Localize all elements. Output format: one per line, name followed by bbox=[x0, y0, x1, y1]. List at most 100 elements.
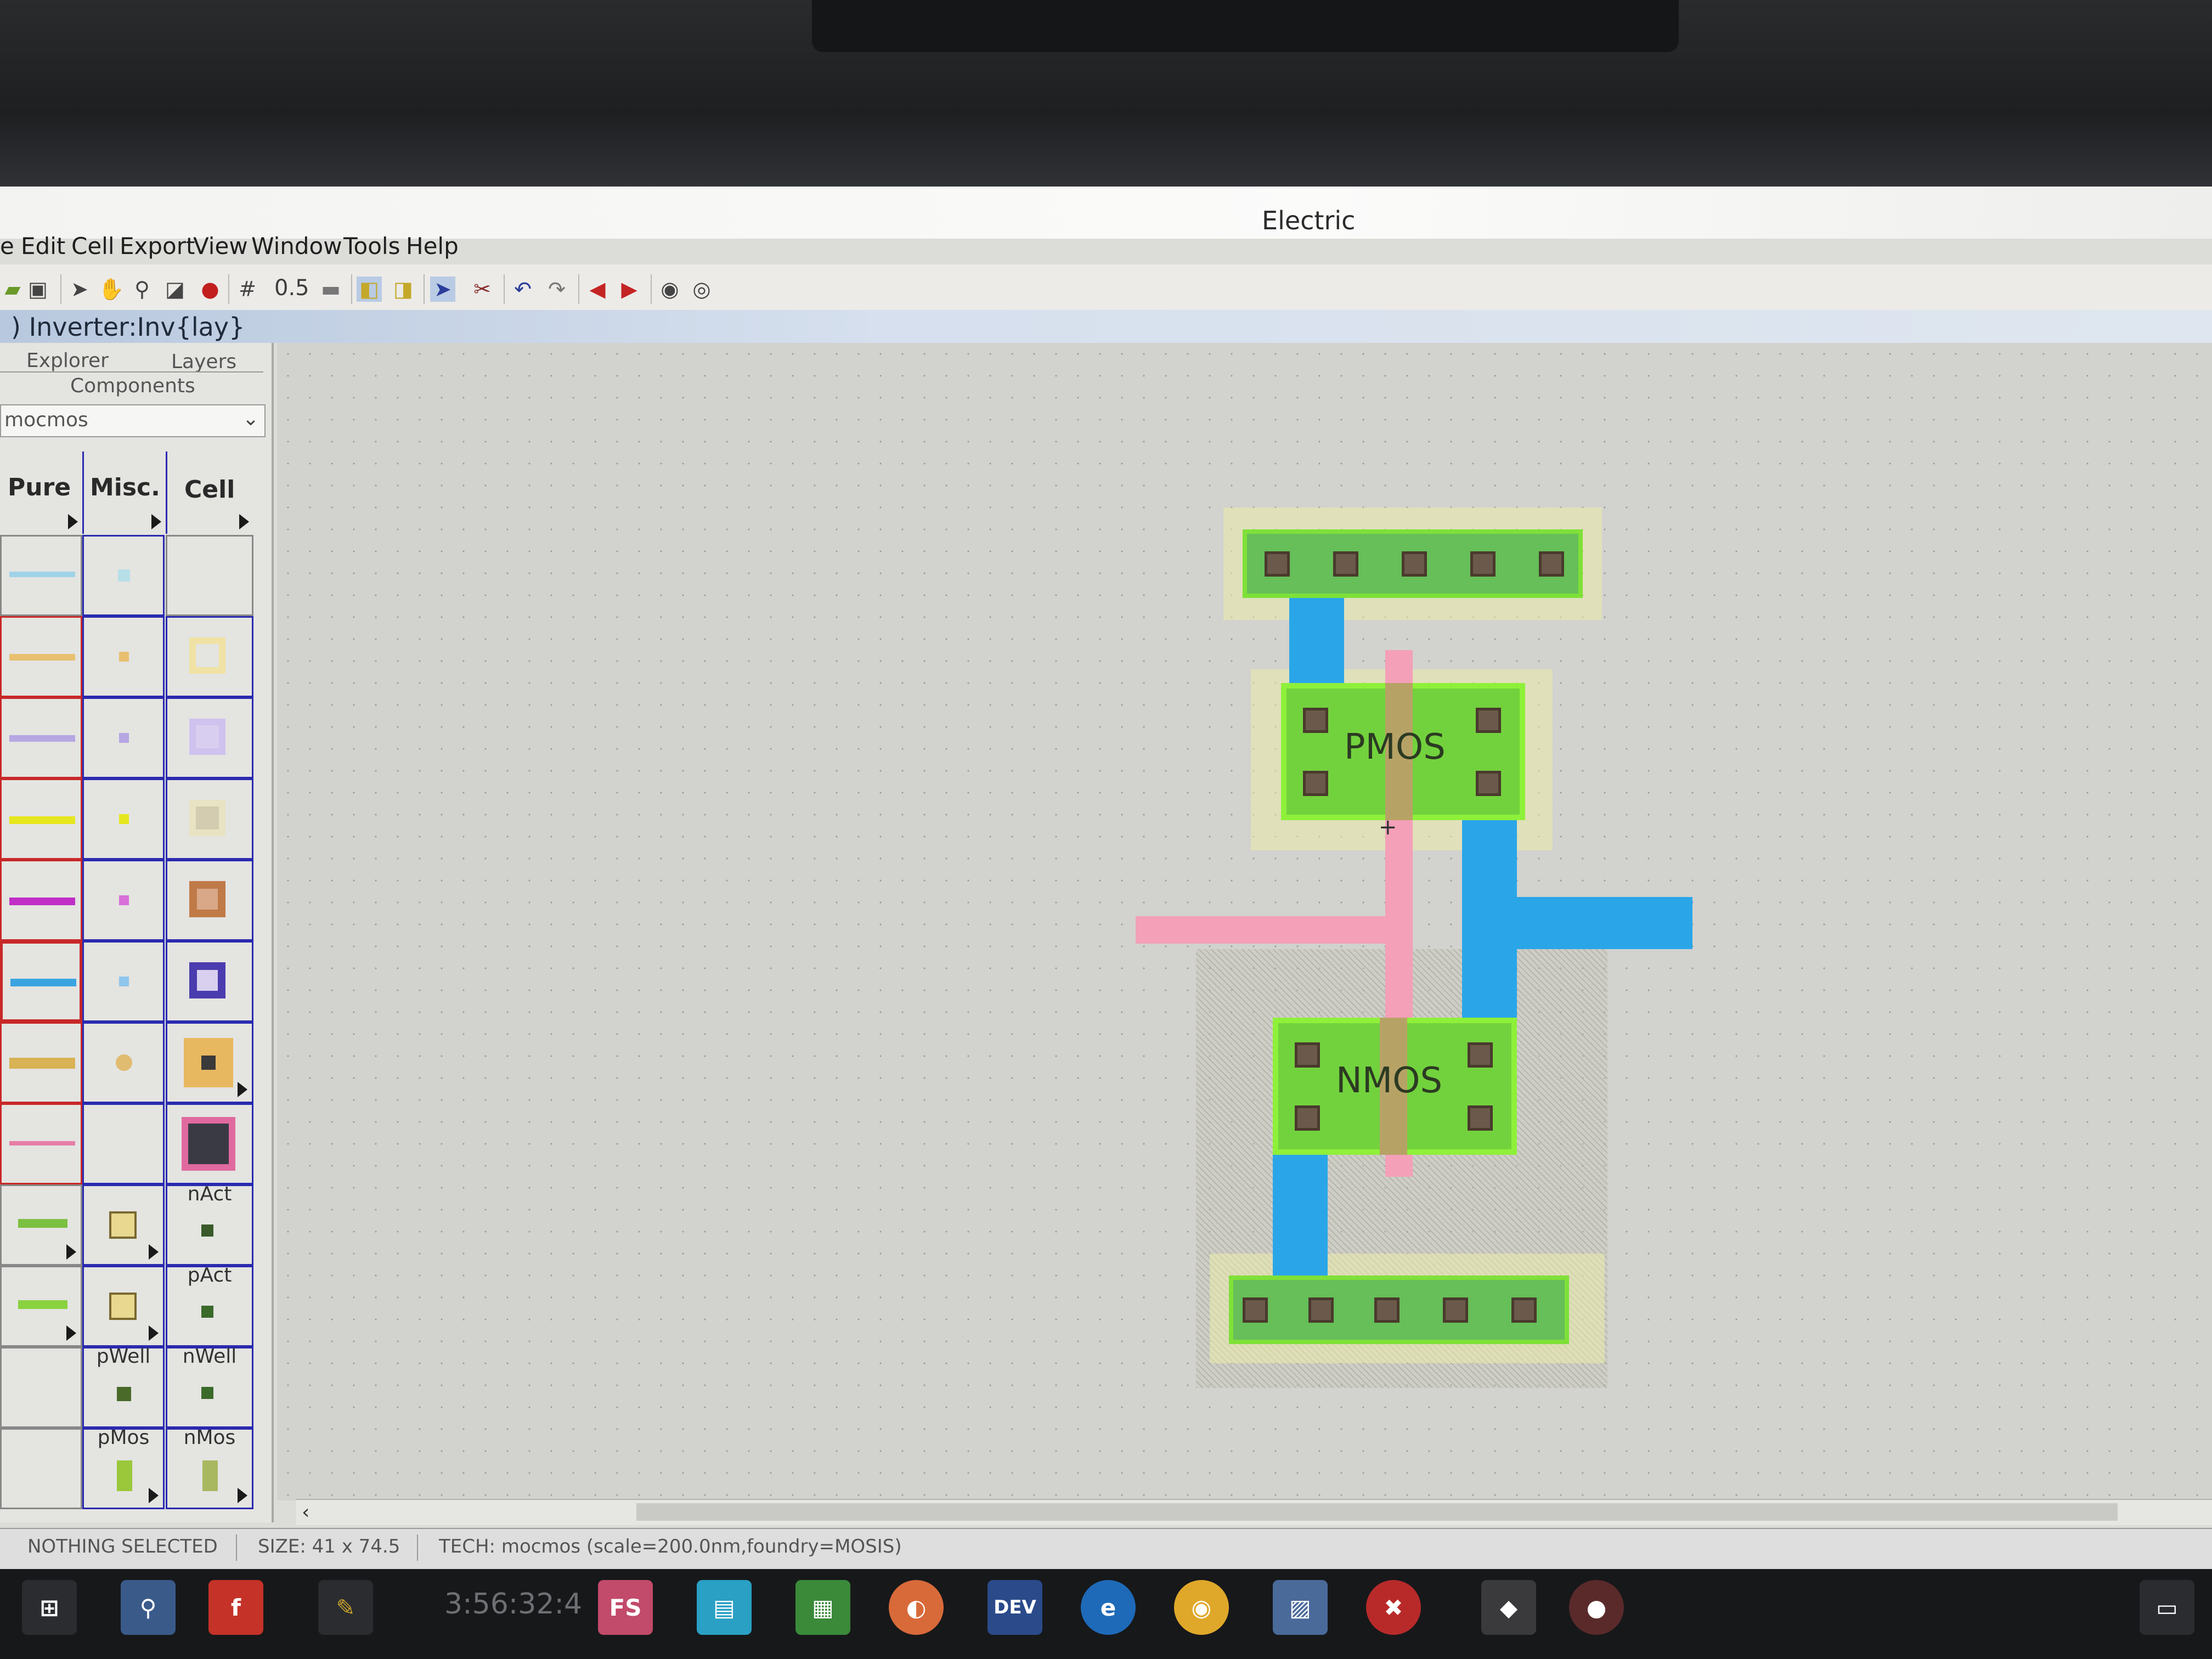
half-select-icon[interactable]: ◨ bbox=[391, 276, 416, 302]
dev-app-icon[interactable]: DEV bbox=[988, 1580, 1042, 1635]
chrome-browser-icon[interactable]: ◉ bbox=[1174, 1580, 1229, 1635]
pure-cell-selected[interactable] bbox=[0, 941, 82, 1022]
misc-cell[interactable] bbox=[82, 697, 165, 778]
tab-explorer[interactable]: Explorer bbox=[26, 349, 109, 372]
metal1-gnd-wire[interactable] bbox=[1273, 1133, 1328, 1297]
size-status: SIZE: 41 x 74.5 bbox=[258, 1536, 400, 1558]
technology-select[interactable]: mocmos ⌄ bbox=[0, 404, 266, 437]
grid-alignment-icon[interactable]: ▬ bbox=[318, 276, 343, 302]
pure-cell[interactable] bbox=[0, 860, 82, 941]
color-app-icon[interactable]: ◐ bbox=[889, 1580, 944, 1635]
cell-cell[interactable] bbox=[166, 1103, 253, 1184]
cell-nact[interactable]: nAct bbox=[166, 1183, 253, 1266]
status-separator bbox=[417, 1534, 418, 1561]
pure-cell[interactable] bbox=[0, 1184, 82, 1266]
select-arrow-icon[interactable]: ➤ bbox=[67, 276, 92, 302]
misc-cell[interactable] bbox=[82, 1184, 165, 1266]
cell-nwell[interactable]: nWell bbox=[166, 1345, 253, 1428]
tray-app-icon[interactable]: ● bbox=[1569, 1580, 1624, 1635]
scroll-thumb[interactable] bbox=[636, 1503, 2118, 1521]
menu-edit[interactable]: Edit bbox=[21, 233, 65, 259]
pure-cell[interactable] bbox=[0, 778, 82, 860]
misc-cell[interactable] bbox=[82, 1266, 165, 1347]
file-app-icon[interactable]: ▤ bbox=[697, 1580, 752, 1635]
scroll-left-icon[interactable]: ‹ bbox=[302, 1501, 309, 1523]
misc-cell[interactable] bbox=[82, 616, 165, 697]
pure-cell[interactable] bbox=[0, 697, 82, 778]
outline-edit-icon[interactable]: ◪ bbox=[162, 276, 188, 302]
undo-icon[interactable]: ↶ bbox=[510, 276, 535, 302]
menu-cell[interactable]: Cell bbox=[71, 233, 115, 259]
back-arrow-icon[interactable]: ◀ bbox=[585, 276, 610, 302]
zoom-icon[interactable]: ⚲ bbox=[129, 276, 155, 302]
misc-cell[interactable] bbox=[82, 941, 165, 1022]
poly-input-wire[interactable] bbox=[1136, 916, 1399, 944]
menu-tools[interactable]: Tools bbox=[343, 233, 400, 259]
menu-window[interactable]: Window bbox=[251, 233, 342, 259]
cell-cell[interactable] bbox=[166, 697, 253, 778]
cell-pwell[interactable]: pWell bbox=[82, 1345, 165, 1428]
pure-cell[interactable] bbox=[0, 1266, 82, 1347]
palette-header-cell[interactable]: Cell bbox=[166, 452, 253, 534]
horizontal-scrollbar[interactable]: ‹ bbox=[296, 1499, 2212, 1525]
notification-icon[interactable]: ▭ bbox=[2140, 1580, 2194, 1635]
palette-header-misc[interactable]: Misc. bbox=[82, 452, 167, 534]
cell-cell[interactable] bbox=[166, 1022, 253, 1103]
layer-swatch bbox=[109, 1211, 137, 1239]
expand-cell-icon[interactable]: ◉ bbox=[657, 276, 682, 302]
menu-view[interactable]: View bbox=[193, 233, 248, 259]
misc-cell[interactable] bbox=[82, 778, 165, 860]
app-f-icon[interactable]: f bbox=[208, 1580, 263, 1635]
misc-cell[interactable] bbox=[82, 535, 165, 616]
vdd-contact bbox=[1333, 551, 1358, 577]
unexpand-cell-icon[interactable]: ◎ bbox=[689, 276, 714, 302]
grid-size-value[interactable]: 0.5 bbox=[274, 275, 309, 301]
misc-cell[interactable] bbox=[82, 860, 165, 941]
save-icon[interactable]: ▣ bbox=[25, 276, 50, 302]
grid-icon[interactable]: # bbox=[235, 276, 260, 302]
layer-swatch bbox=[119, 977, 129, 986]
misc-cell[interactable] bbox=[82, 1022, 165, 1103]
nmos-label: NMOS bbox=[1336, 1060, 1443, 1101]
edge-browser-icon[interactable]: e bbox=[1081, 1580, 1136, 1635]
fs-app-icon[interactable]: FS bbox=[598, 1580, 653, 1635]
cell-cell[interactable] bbox=[166, 535, 253, 616]
cell-nmos[interactable]: nMos bbox=[166, 1426, 253, 1509]
cell-cell[interactable] bbox=[166, 616, 253, 697]
full-select-icon[interactable]: ◧ bbox=[357, 276, 382, 302]
electric-app-icon[interactable]: ✖ bbox=[1366, 1580, 1421, 1635]
cell-cell[interactable] bbox=[166, 860, 253, 941]
tray-app-icon[interactable]: ◆ bbox=[1481, 1580, 1536, 1635]
forward-arrow-icon[interactable]: ▶ bbox=[617, 276, 642, 302]
pure-cell[interactable] bbox=[0, 1022, 82, 1103]
palette-header-pure[interactable]: Pure bbox=[0, 452, 84, 534]
python-app-icon[interactable]: ⚲ bbox=[121, 1580, 176, 1635]
cell-pmos[interactable]: pMos bbox=[82, 1426, 165, 1509]
pan-hand-icon[interactable]: ✋ bbox=[98, 276, 124, 302]
redo-icon[interactable]: ↷ bbox=[544, 276, 569, 302]
menu-help[interactable]: Help bbox=[406, 233, 459, 259]
tab-layers[interactable]: Layers bbox=[171, 351, 236, 373]
cell-cell[interactable] bbox=[166, 941, 253, 1022]
pure-cell[interactable] bbox=[0, 1347, 82, 1428]
measure-icon[interactable]: ● bbox=[198, 276, 223, 302]
cell-pact[interactable]: pAct bbox=[166, 1264, 253, 1347]
grid-app-icon[interactable]: ▦ bbox=[795, 1580, 850, 1635]
open-icon[interactable]: ▰ bbox=[0, 276, 25, 302]
windows-start-icon[interactable]: ⊞ bbox=[22, 1580, 77, 1635]
pure-cell[interactable] bbox=[0, 535, 82, 616]
menu-file[interactable]: e bbox=[0, 233, 14, 259]
photos-app-icon[interactable]: ▨ bbox=[1273, 1580, 1328, 1635]
cell-cell[interactable] bbox=[166, 778, 253, 860]
select-special-icon[interactable]: ✂ bbox=[470, 276, 495, 302]
layout-canvas[interactable]: PMOS NMOS + bbox=[277, 343, 2212, 1500]
tools-app-icon[interactable]: ✎ bbox=[318, 1580, 373, 1635]
pure-cell[interactable] bbox=[0, 1428, 82, 1509]
pure-cell[interactable] bbox=[0, 616, 82, 697]
select-objects-icon[interactable]: ➤ bbox=[430, 276, 455, 302]
menu-export[interactable]: Export bbox=[120, 233, 195, 259]
pure-cell[interactable] bbox=[0, 1103, 82, 1184]
metal1-output-stub[interactable] bbox=[1462, 897, 1692, 949]
misc-cell[interactable] bbox=[82, 1103, 165, 1184]
tab-components[interactable]: Components bbox=[70, 375, 195, 397]
